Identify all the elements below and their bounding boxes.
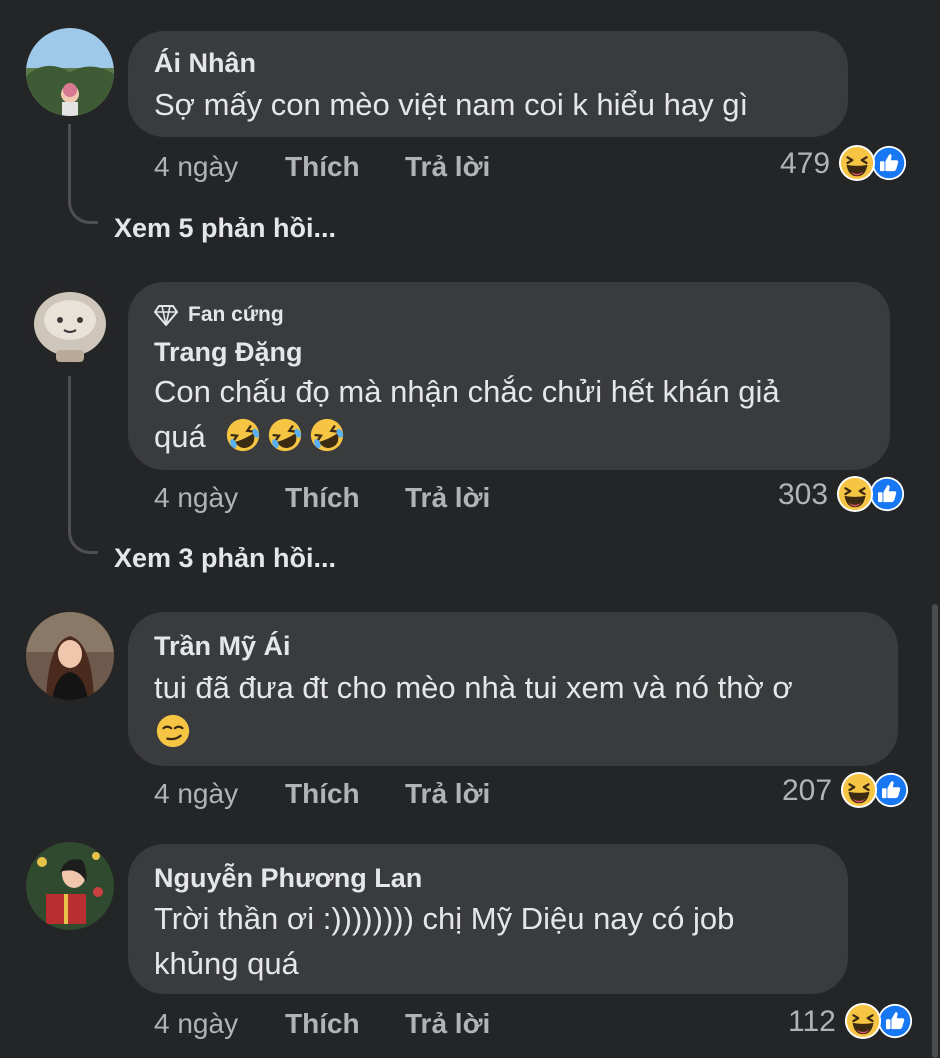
reaction-count: 479 xyxy=(780,147,831,180)
smirk-emoji xyxy=(154,712,192,750)
comment-text-line: Trời thần ơi :)))))))) chị Mỹ Diệu nay c… xyxy=(154,901,735,936)
reply-button[interactable]: Trả lời xyxy=(405,777,490,811)
comment-author[interactable]: Trang Đặng xyxy=(154,336,303,368)
reaction-count: 207 xyxy=(782,774,833,807)
fan-badge: Fan cứng xyxy=(154,301,284,329)
view-replies-link[interactable]: Xem 3 phản hồi... xyxy=(114,541,336,575)
thread-connector xyxy=(68,376,98,554)
badge-label: Fan cứng xyxy=(188,303,284,326)
haha-icon xyxy=(844,1002,882,1040)
rofl-emoji xyxy=(266,416,304,454)
comment-text: Trời thần ơi :)))))))) chị Mỹ Diệu nay c… xyxy=(154,896,734,986)
reply-button[interactable]: Trả lời xyxy=(405,1007,490,1041)
comment-text-line: tui đã đưa đt cho mèo nhà tui xem và nó … xyxy=(154,670,793,705)
reaction-summary[interactable]: 303 xyxy=(778,475,908,515)
comment-time[interactable]: 4 ngày xyxy=(154,481,238,515)
comment-time[interactable]: 4 ngày xyxy=(154,777,238,811)
avatar[interactable] xyxy=(26,280,114,368)
comment-text: tui đã đưa đt cho mèo nhà tui xem và nó … xyxy=(154,665,793,755)
avatar[interactable] xyxy=(26,28,114,116)
reply-button[interactable]: Trả lời xyxy=(405,481,490,515)
comment-bubble: Ái Nhân Sợ mấy con mèo việt nam coi k hi… xyxy=(128,31,848,137)
like-button[interactable]: Thích xyxy=(285,1007,360,1041)
comment-time[interactable]: 4 ngày xyxy=(154,150,238,184)
haha-icon xyxy=(840,771,878,809)
rofl-emoji xyxy=(308,416,346,454)
haha-icon xyxy=(836,475,874,513)
comments-panel: Ái Nhân Sợ mấy con mèo việt nam coi k hi… xyxy=(0,0,940,1058)
reaction-summary[interactable]: 479 xyxy=(780,144,910,184)
like-icon xyxy=(873,772,909,808)
reaction-count: 303 xyxy=(778,478,829,511)
avatar[interactable] xyxy=(26,612,114,700)
like-icon xyxy=(877,1003,913,1039)
like-icon xyxy=(869,476,905,512)
comment-author[interactable]: Ái Nhân xyxy=(154,47,256,79)
comment-text-line xyxy=(154,710,793,755)
reaction-count: 112 xyxy=(788,1005,836,1038)
diamond-icon xyxy=(154,305,178,326)
reaction-summary[interactable]: 112 xyxy=(788,1002,916,1042)
scrollbar[interactable] xyxy=(932,604,938,1058)
comment-author[interactable]: Trần Mỹ Ái xyxy=(154,630,291,662)
comment-text-line: quá xyxy=(154,414,780,459)
haha-icon xyxy=(838,144,876,182)
comment-time[interactable]: 4 ngày xyxy=(154,1007,238,1041)
comment-text-line: khủng quá xyxy=(154,946,299,981)
like-button[interactable]: Thích xyxy=(285,150,360,184)
comment-text-line2: quá xyxy=(154,419,206,454)
rofl-emoji xyxy=(224,416,262,454)
comment-author[interactable]: Nguyễn Phương Lan xyxy=(154,862,422,894)
comment-text: Sợ mấy con mèo việt nam coi k hiểu hay g… xyxy=(154,87,749,122)
like-button[interactable]: Thích xyxy=(285,777,360,811)
reaction-summary[interactable]: 207 xyxy=(782,771,912,811)
like-icon xyxy=(871,145,907,181)
view-replies-link[interactable]: Xem 5 phản hồi... xyxy=(114,211,336,245)
comment-bubble: Nguyễn Phương Lan Trời thần ơi :))))))))… xyxy=(128,844,848,994)
like-button[interactable]: Thích xyxy=(285,481,360,515)
comment-bubble: Fan cứng Trang Đặng Con chấu đọ mà nhận … xyxy=(128,282,890,470)
reply-button[interactable]: Trả lời xyxy=(405,150,490,184)
comment-bubble: Trần Mỹ Ái tui đã đưa đt cho mèo nhà tui… xyxy=(128,612,898,766)
thread-connector xyxy=(68,124,98,224)
avatar[interactable] xyxy=(26,842,114,930)
comment-text-line: Con chấu đọ mà nhận chắc chửi hết khán g… xyxy=(154,374,780,409)
comment-text: Con chấu đọ mà nhận chắc chửi hết khán g… xyxy=(154,369,780,459)
